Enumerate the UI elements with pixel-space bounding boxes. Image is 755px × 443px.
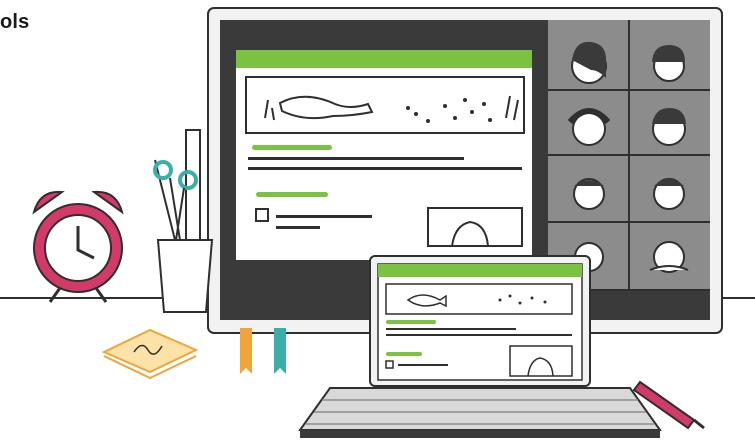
bookmark-teal <box>274 328 286 374</box>
sticky-notes <box>101 328 199 380</box>
penguin-thumbnail <box>427 207 523 247</box>
illustration <box>0 7 755 438</box>
checkbox-icon <box>385 360 394 369</box>
pen-cup <box>153 129 214 313</box>
alarm-clock-icon <box>32 190 124 303</box>
bookmark-orange <box>240 328 252 374</box>
checkbox-icon <box>255 208 269 222</box>
page-header-bar <box>236 50 532 68</box>
laptop-header-bar <box>378 264 582 277</box>
course-page <box>236 50 532 260</box>
